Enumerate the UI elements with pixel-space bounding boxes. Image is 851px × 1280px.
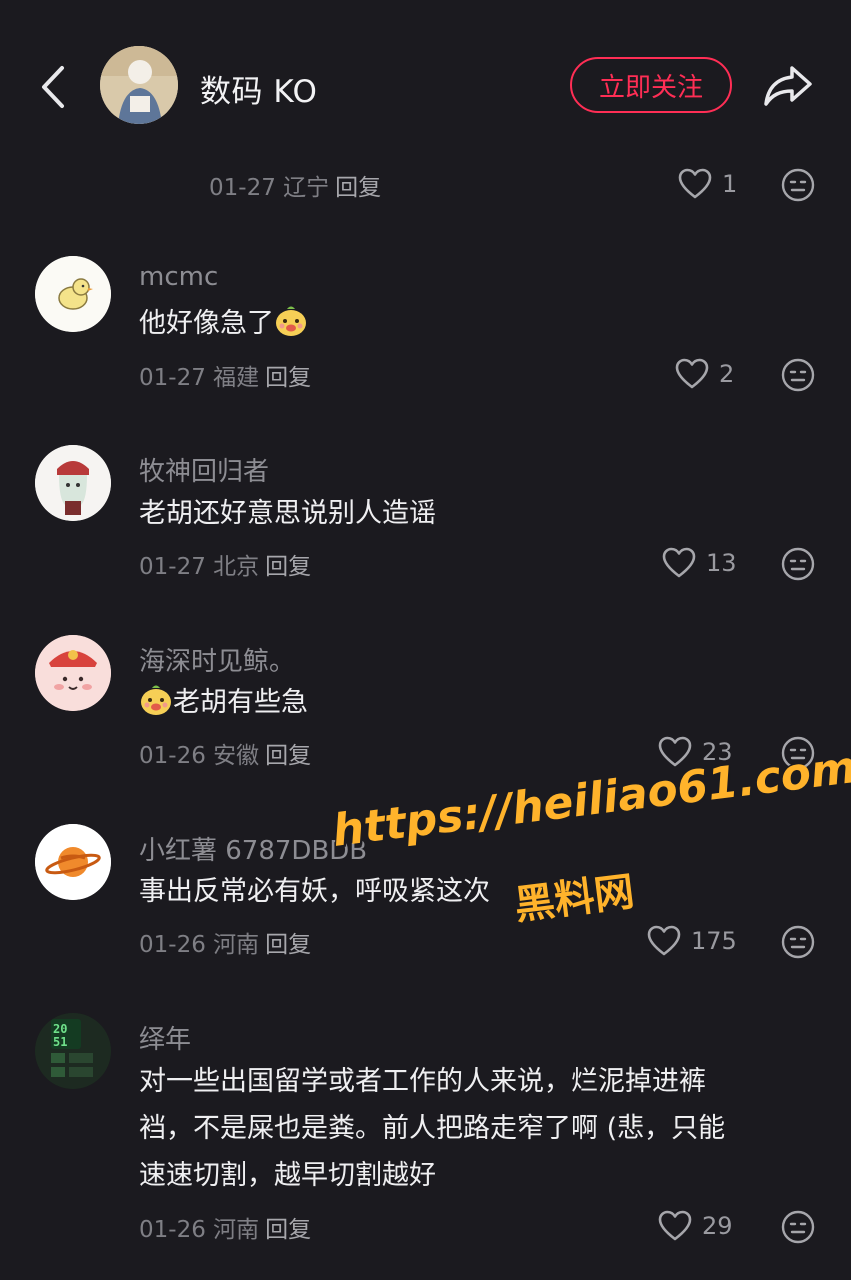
back-icon[interactable] <box>34 62 74 112</box>
duck-emoji-icon <box>276 306 306 336</box>
like-button[interactable]: 1 <box>678 168 737 200</box>
heart-icon <box>678 168 712 199</box>
emoji-icon[interactable] <box>781 925 815 959</box>
follow-button[interactable]: 立即关注 <box>570 57 732 113</box>
like-button[interactable]: 2 <box>675 358 734 390</box>
comment-username[interactable]: 海深时见鲸。 <box>139 641 295 678</box>
comment-text: 事出反常必有妖，呼吸紧这次 <box>139 876 490 907</box>
heart-icon <box>647 925 681 956</box>
comment-username[interactable]: mcmc <box>139 262 218 292</box>
watermark-name: 黑料网 <box>512 868 637 930</box>
like-count: 29 <box>702 1212 733 1240</box>
reply-button[interactable]: 回复 <box>265 743 311 769</box>
reply-button[interactable]: 回复 <box>265 365 311 391</box>
author-name[interactable]: 数码 KO <box>200 66 317 111</box>
avatar[interactable]: 20 51 <box>35 1013 111 1089</box>
comment-text: 老胡还好意思说别人造谣 <box>139 498 436 529</box>
heart-icon <box>675 358 709 389</box>
reply-button[interactable]: 回复 <box>265 932 311 958</box>
author-avatar[interactable] <box>100 46 178 124</box>
reply-button[interactable]: 回复 <box>265 554 311 580</box>
like-button[interactable]: 175 <box>647 925 737 957</box>
watermark-url: https://heiliao61.com <box>329 742 851 857</box>
comment-username[interactable]: 绎年 <box>139 1019 191 1056</box>
comment-meta: 01-26 河南 回复 <box>139 1217 312 1243</box>
avatar[interactable] <box>35 445 111 521</box>
comment-text-line: 速速切割，越早切割越好 <box>139 1160 436 1191</box>
comment-meta: 01-27 北京 回复 <box>139 554 312 580</box>
comment-username[interactable]: 牧神回归者 <box>139 451 269 488</box>
avatar[interactable] <box>35 256 111 332</box>
comment-text: 对一些出国留学或者工作的人来说，烂泥掉进裤 裆，不是屎也是粪。前人把路走窄了啊 … <box>139 1058 819 1199</box>
comment-text: 老胡有些急 <box>139 679 308 726</box>
like-count: 175 <box>691 927 737 955</box>
like-count: 13 <box>706 549 737 577</box>
avatar[interactable] <box>35 824 111 900</box>
like-button[interactable]: 29 <box>658 1210 733 1242</box>
comment-text-line: 对一些出国留学或者工作的人来说，烂泥掉进裤 <box>139 1066 706 1097</box>
heart-icon <box>658 1210 692 1241</box>
comment-meta: 01-27 辽宁 回复 <box>209 175 382 201</box>
svg-text:51: 51 <box>53 1035 67 1049</box>
comment-text-line: 裆，不是屎也是粪。前人把路走窄了啊 (悲，只能 <box>139 1113 726 1144</box>
emoji-icon[interactable] <box>781 1210 815 1244</box>
reply-button[interactable]: 回复 <box>265 1217 311 1243</box>
comment-text: 他好像急了 <box>139 300 308 347</box>
comment-meta: 01-26 河南 回复 <box>139 932 312 958</box>
heart-icon <box>662 547 696 578</box>
emoji-icon[interactable] <box>781 358 815 392</box>
comment-meta: 01-27 福建 回复 <box>139 365 312 391</box>
like-count: 1 <box>722 170 738 198</box>
emoji-icon[interactable] <box>781 168 815 202</box>
reply-button[interactable]: 回复 <box>335 175 381 201</box>
like-button[interactable]: 13 <box>662 547 737 579</box>
duck-emoji-icon <box>141 685 171 715</box>
svg-text:20: 20 <box>53 1022 67 1036</box>
avatar[interactable] <box>35 635 111 711</box>
emoji-icon[interactable] <box>781 547 815 581</box>
share-icon[interactable] <box>762 60 814 110</box>
like-count: 2 <box>719 360 735 388</box>
comment-meta: 01-26 安徽 回复 <box>139 743 312 769</box>
